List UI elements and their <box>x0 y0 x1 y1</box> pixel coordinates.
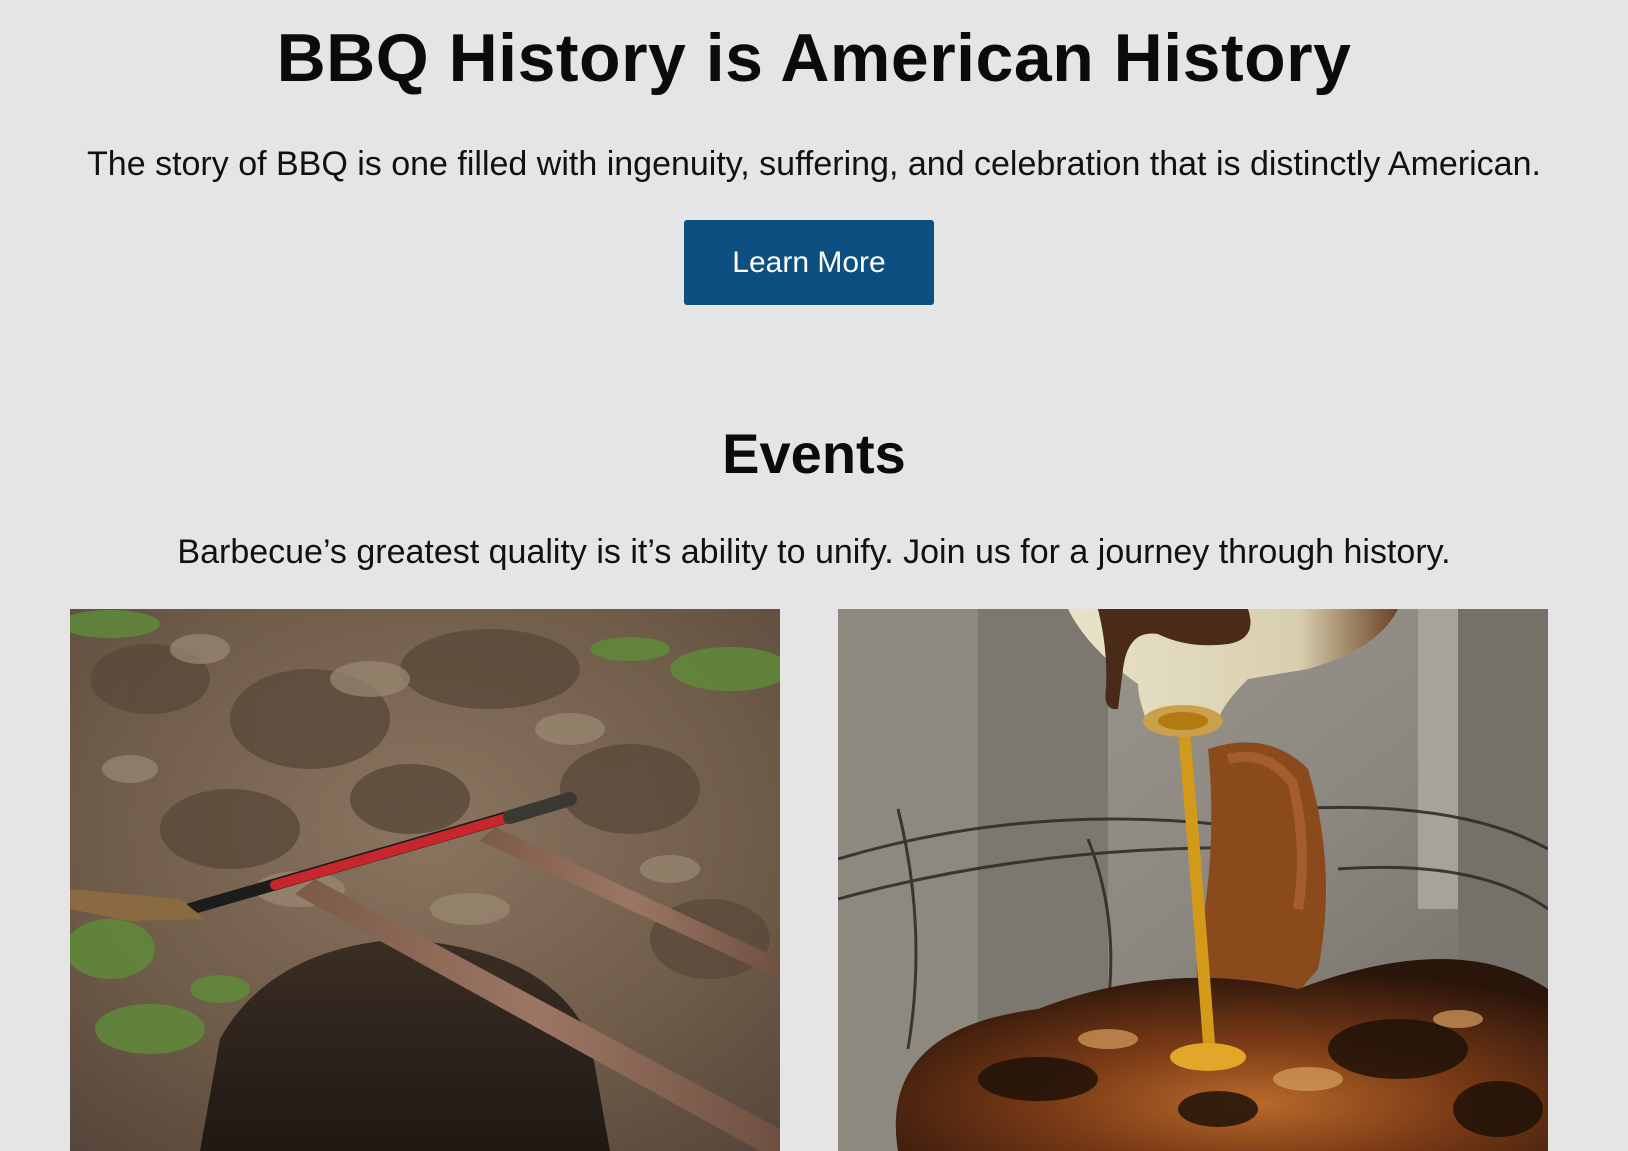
event-image-pit-digging <box>70 609 780 1151</box>
learn-more-button[interactable]: Learn More <box>684 220 934 305</box>
events-heading: Events <box>722 422 906 485</box>
event-image-hog-roast <box>838 609 1548 1151</box>
hero-title: BBQ History is American History <box>276 20 1352 96</box>
events-subtitle: Barbecue’s greatest quality is it’s abil… <box>177 533 1451 571</box>
event-card-hog-roast[interactable] <box>838 609 1548 1151</box>
hero-subtitle: The story of BBQ is one filled with inge… <box>87 145 1541 183</box>
event-card-pit-digging[interactable] <box>70 609 780 1151</box>
